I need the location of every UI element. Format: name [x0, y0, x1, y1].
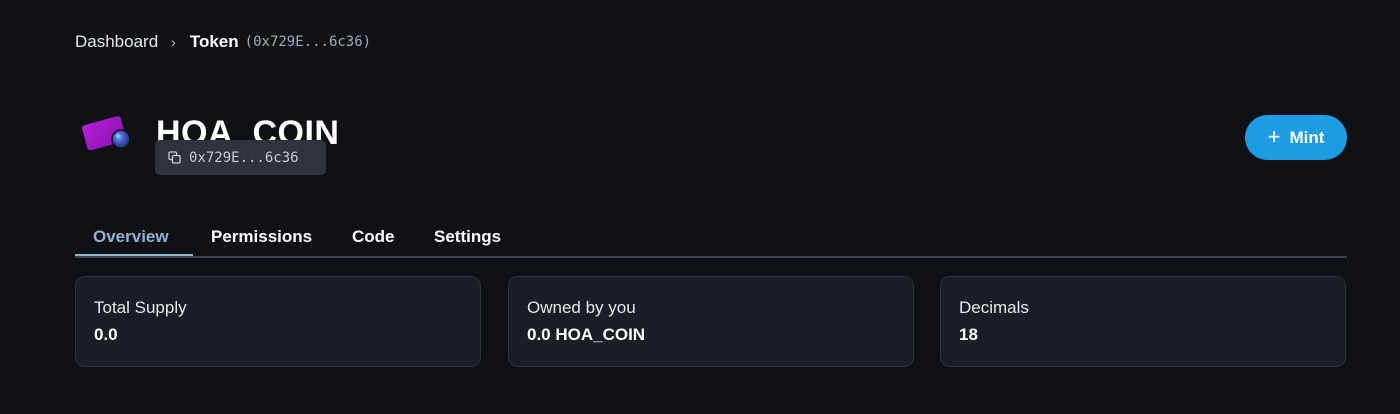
tab-permissions[interactable]: Permissions: [211, 218, 312, 256]
stat-card-total-supply: Total Supply 0.0: [75, 276, 481, 367]
active-tab-indicator: [75, 254, 193, 256]
breadcrumb-dashboard-link[interactable]: Dashboard: [75, 32, 158, 52]
token-logo-icon: [80, 108, 140, 160]
mint-button[interactable]: + Mint: [1245, 115, 1347, 160]
token-address: 0x729E...6c36: [189, 149, 299, 166]
tab-settings[interactable]: Settings: [434, 218, 501, 256]
tab-overview[interactable]: Overview: [93, 218, 169, 256]
copy-icon: [168, 151, 181, 164]
tab-bar: Overview Permissions Code Settings: [75, 218, 1347, 258]
stat-value: 18: [959, 325, 978, 344]
stat-label: Decimals: [959, 298, 1029, 317]
breadcrumb-address: (0x729E...6c36): [244, 34, 372, 50]
breadcrumb: Dashboard › Token (0x729E...6c36): [75, 30, 371, 54]
tab-code[interactable]: Code: [352, 218, 395, 256]
breadcrumb-current: Token: [189, 32, 239, 51]
copy-address-button[interactable]: 0x729E...6c36: [155, 140, 326, 175]
stat-label: Total Supply: [94, 298, 187, 317]
stat-card-owned-by-you: Owned by you 0.0 HOA_COIN: [508, 276, 914, 367]
breadcrumb-separator-icon: ›: [171, 34, 176, 50]
stat-label: Owned by you: [527, 298, 636, 317]
stat-value: 0.0: [94, 325, 118, 344]
plus-icon: +: [1267, 123, 1281, 149]
stat-value: 0.0 HOA_COIN: [527, 325, 646, 344]
stat-card-decimals: Decimals 18: [940, 276, 1346, 367]
mint-button-label: Mint: [1289, 127, 1325, 147]
